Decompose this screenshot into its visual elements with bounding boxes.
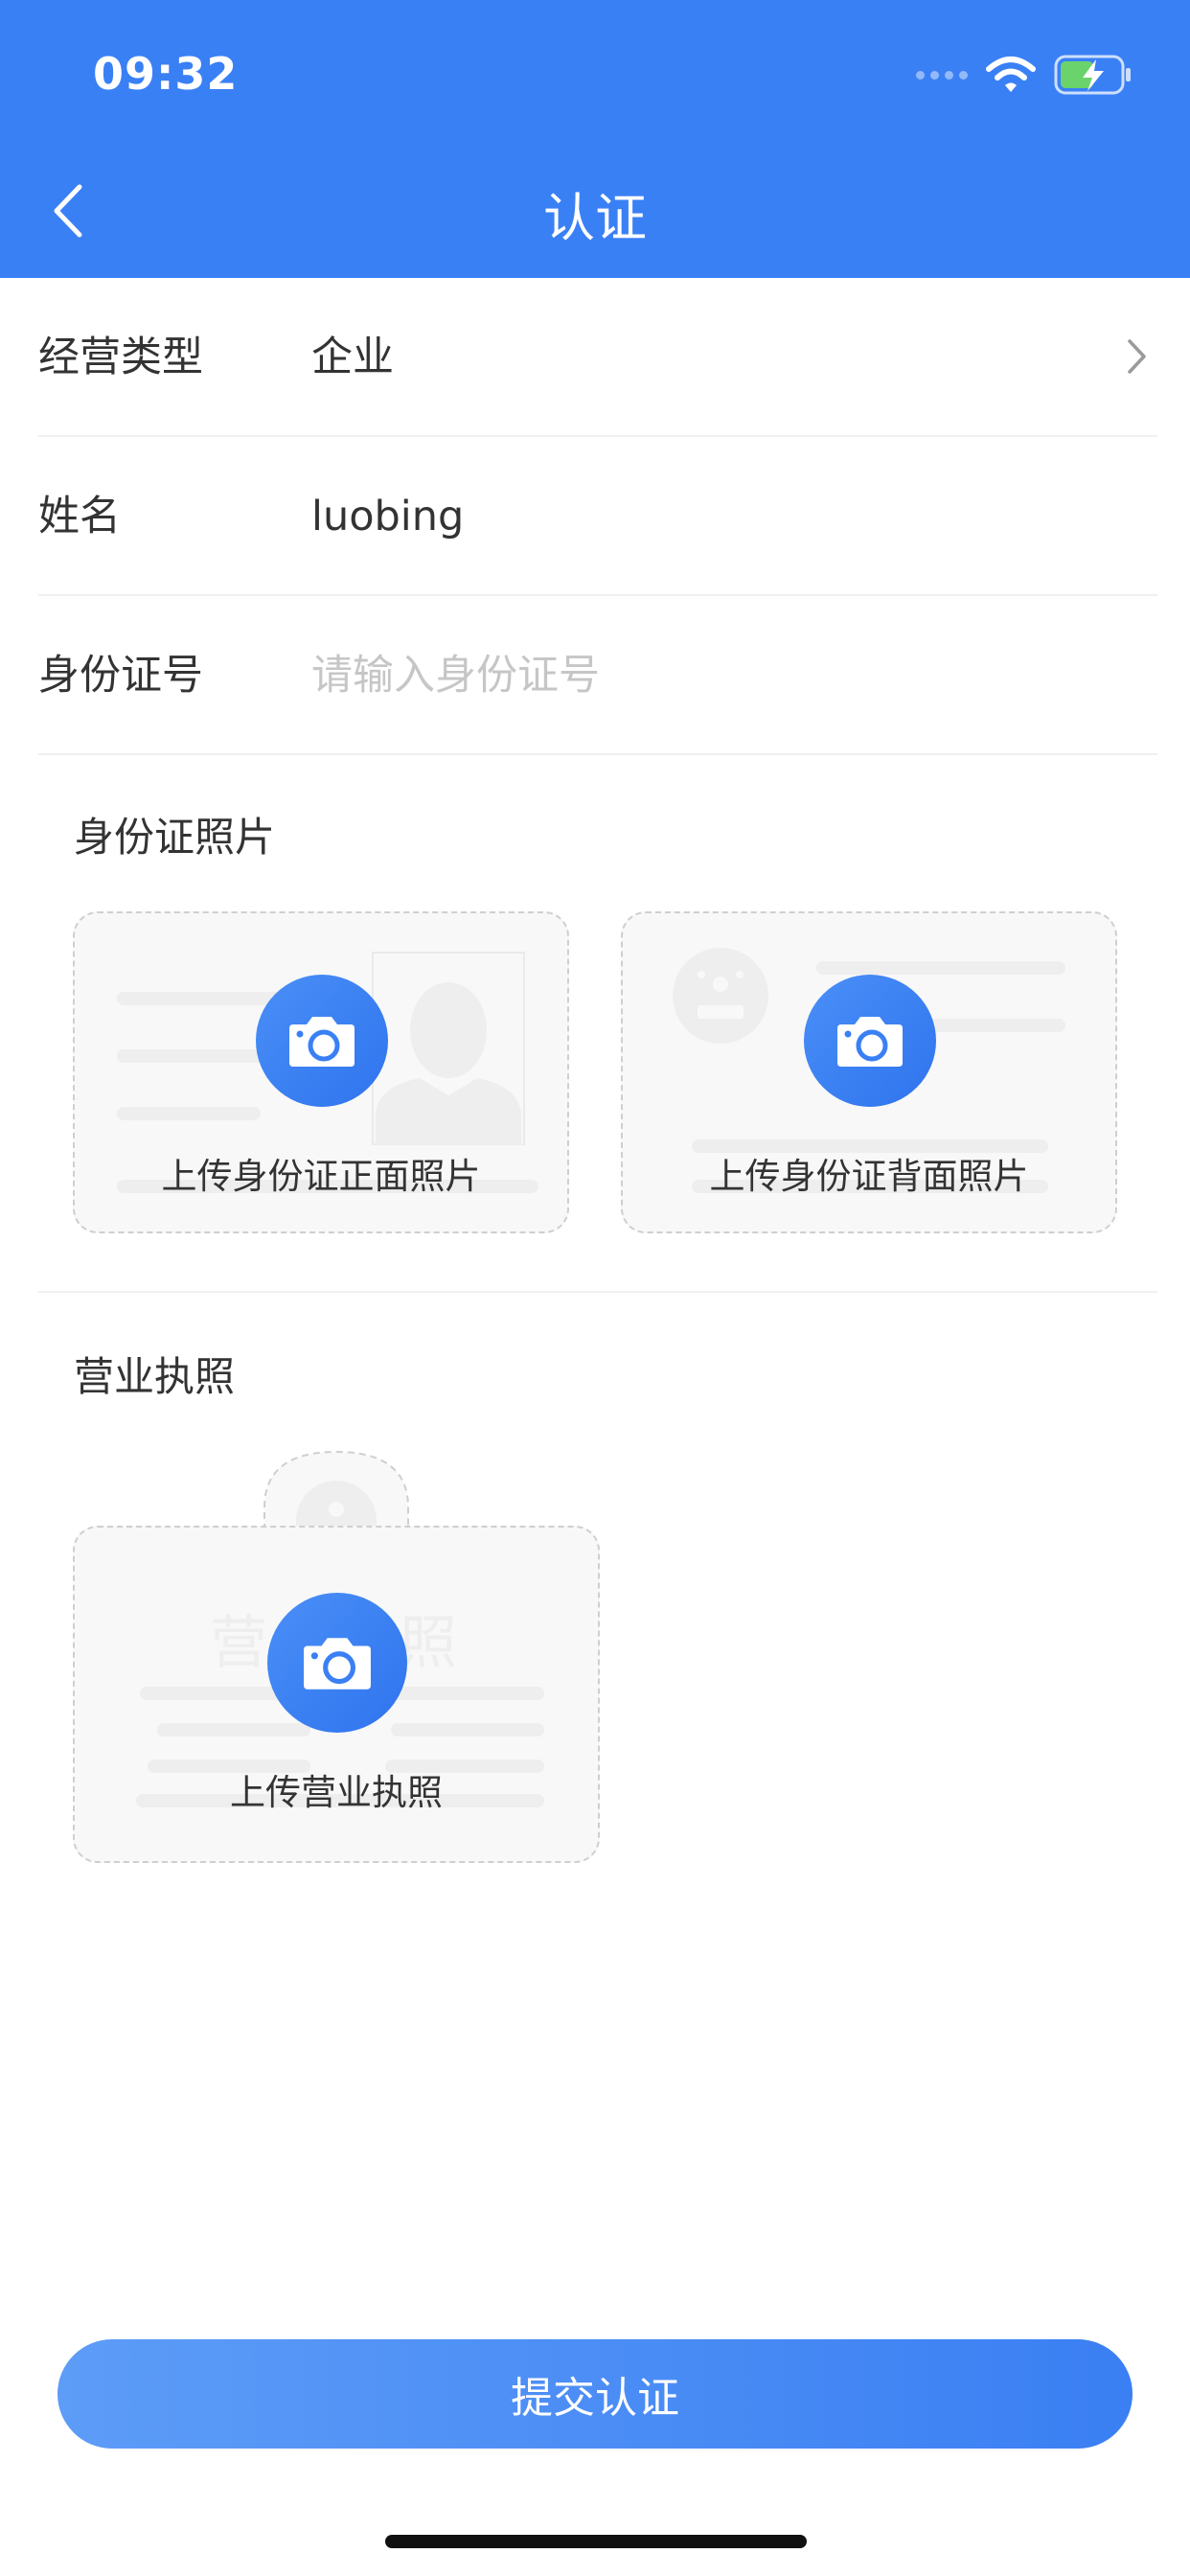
id-back-upload[interactable]: 上传身份证背面照片: [621, 911, 1117, 1233]
license-upload-label: 上传营业执照: [230, 1772, 443, 1813]
wifi-icon: [986, 57, 1036, 92]
placeholder-line: [157, 1723, 310, 1736]
cellular-signal-icon: [916, 70, 968, 80]
portrait-silhouette-icon: [372, 952, 525, 1145]
id-photo-section-title: 身份证照片: [74, 814, 276, 861]
name-row: 姓名 luobing: [38, 437, 1157, 596]
business-type-label: 经营类型: [38, 334, 203, 381]
national-emblem-icon: [673, 948, 768, 1044]
id-back-upload-label: 上传身份证背面照片: [709, 1156, 1029, 1197]
camera-icon: [837, 1017, 903, 1067]
id-number-row: 身份证号: [38, 596, 1157, 755]
license-section-title: 营业执照: [74, 1353, 236, 1400]
chevron-right-icon: [1128, 339, 1146, 374]
camera-icon: [289, 1017, 355, 1067]
battery-charging-icon: [1054, 55, 1131, 95]
placeholder-line: [391, 1723, 544, 1736]
placeholder-line: [391, 1687, 544, 1700]
name-value[interactable]: luobing: [311, 437, 464, 596]
home-indicator: [385, 2535, 807, 2548]
name-label: 姓名: [38, 493, 121, 540]
placeholder-line: [140, 1687, 293, 1700]
placeholder-line: [816, 961, 1065, 975]
camera-button[interactable]: [256, 975, 388, 1107]
id-front-upload[interactable]: 上传身份证正面照片: [73, 911, 569, 1233]
submit-button[interactable]: 提交认证: [57, 2339, 1133, 2449]
status-indicators: [916, 54, 1133, 96]
id-number-label: 身份证号: [38, 652, 203, 700]
camera-icon: [304, 1638, 371, 1690]
camera-button[interactable]: [267, 1593, 407, 1733]
placeholder-line: [117, 1107, 261, 1120]
id-number-input[interactable]: [311, 644, 1078, 707]
camera-button[interactable]: [804, 975, 936, 1107]
page-title: 认证: [543, 188, 647, 248]
placeholder-line: [117, 1049, 280, 1063]
id-front-upload-label: 上传身份证正面照片: [161, 1156, 481, 1197]
license-upload[interactable]: 营业执照 上传营业执照: [73, 1526, 600, 1863]
business-type-value: 企业: [311, 334, 394, 381]
status-time: 09:32: [93, 48, 239, 100]
section-divider: [38, 1291, 1157, 1293]
business-type-row[interactable]: 经营类型 企业: [38, 278, 1157, 437]
navigation-header: 09:32 认证: [0, 0, 1190, 278]
auth-form: 经营类型 企业 姓名 luobing 身份证号: [0, 278, 1190, 755]
